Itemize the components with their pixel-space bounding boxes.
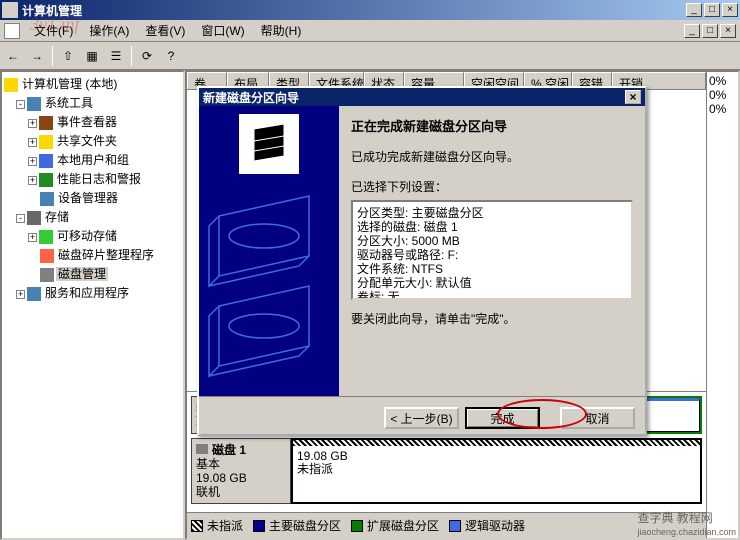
tree-eventviewer[interactable]: +事件查看器 — [4, 112, 181, 131]
setting-row: 卷标: 无 — [357, 290, 627, 300]
app-icon — [2, 2, 18, 18]
mdi-restore-button[interactable]: □ — [702, 24, 718, 38]
tree-perf[interactable]: +性能日志和警报 — [4, 169, 181, 188]
mdi-minimize-button[interactable]: _ — [684, 24, 700, 38]
disk1-unallocated[interactable]: 19.08 GB 未指派 — [292, 439, 701, 503]
collapse-icon[interactable]: - — [16, 214, 25, 223]
expand-icon[interactable]: + — [28, 176, 37, 185]
tree-pane[interactable]: 计算机管理 (本地) -系统工具 +事件查看器 +共享文件夹 +本地用户和组 +… — [0, 70, 185, 540]
show-hide-button[interactable]: ▦ — [81, 45, 103, 67]
minimize-button[interactable]: _ — [686, 3, 702, 17]
legend: 未指派 主要磁盘分区 扩展磁盘分区 逻辑驱动器 — [187, 512, 706, 538]
disk-icon — [196, 444, 208, 454]
setting-row: 驱动器号或路径: F: — [357, 248, 627, 262]
wizard-settings-box[interactable]: 分区类型: 主要磁盘分区 选择的磁盘: 磁盘 1 分区大小: 5000 MB 驱… — [351, 200, 633, 300]
expand-icon[interactable]: + — [28, 233, 37, 242]
tree-storage[interactable]: -存储 — [4, 207, 181, 226]
wizard-titlebar[interactable]: 新建磁盘分区向导 × — [199, 88, 645, 106]
properties-button[interactable]: ☰ — [105, 45, 127, 67]
tree-devmgr[interactable]: 设备管理器 — [4, 188, 181, 207]
wizard-close-button[interactable]: × — [625, 90, 641, 104]
setting-row: 分区大小: 5000 MB — [357, 234, 627, 248]
tree-root[interactable]: 计算机管理 (本地) — [4, 74, 181, 93]
wizard-heading: 正在完成新建磁盘分区向导 — [351, 118, 633, 136]
legend-unallocated: 未指派 — [191, 517, 243, 534]
wizard-sidebar — [199, 106, 339, 396]
tree-services[interactable]: +服务和应用程序 — [4, 283, 181, 302]
back-button[interactable]: < 上一步(B) — [384, 407, 459, 429]
wizard-sublabel: 已选择下列设置： — [351, 178, 633, 196]
menu-help[interactable]: 帮助(H) — [253, 20, 310, 41]
setting-row: 分配单元大小: 默认值 — [357, 276, 627, 290]
tree-defrag[interactable]: 磁盘碎片整理程序 — [4, 245, 181, 264]
disk1-info[interactable]: 磁盘 1 基本 19.08 GB 联机 — [191, 438, 291, 504]
menu-view[interactable]: 查看(V) — [137, 20, 193, 41]
tree-systools[interactable]: -系统工具 — [4, 93, 181, 112]
tree-diskmgmt[interactable]: 磁盘管理 — [4, 264, 181, 283]
close-button[interactable]: × — [722, 3, 738, 17]
cancel-button[interactable]: 取消 — [560, 407, 635, 429]
back-button[interactable]: ← — [2, 45, 24, 67]
window-title: 计算机管理 — [22, 2, 686, 19]
setting-row: 文件系统: NTFS — [357, 262, 627, 276]
overhead-column: 0% 0% 0% — [706, 72, 738, 538]
wizard-close-msg: 要关闭此向导，请单击"完成"。 — [351, 310, 633, 328]
setting-row: 选择的磁盘: 磁盘 1 — [357, 220, 627, 234]
collapse-icon[interactable]: - — [16, 100, 25, 109]
titlebar: 计算机管理 _ □ × — [0, 0, 740, 20]
wizard-dialog: 新建磁盘分区向导 × — [197, 86, 647, 436]
mmc-icon — [4, 23, 20, 39]
wizard-content: 正在完成新建磁盘分区向导 已成功完成新建磁盘分区向导。 已选择下列设置： 分区类… — [339, 106, 645, 396]
up-button[interactable]: ⇧ — [57, 45, 79, 67]
forward-button[interactable]: → — [26, 45, 48, 67]
wizard-buttons: < 上一步(B) 完成 取消 — [199, 396, 645, 439]
setting-row: 分区类型: 主要磁盘分区 — [357, 206, 627, 220]
legend-extended: 扩展磁盘分区 — [351, 517, 439, 534]
toolbar: ← → ⇧ ▦ ☰ ⟳ ? — [0, 42, 740, 70]
menu-file[interactable]: 文件(F) — [26, 20, 81, 41]
tree-localusers[interactable]: +本地用户和组 — [4, 150, 181, 169]
menubar: 文件(F) 操作(A) 查看(V) 窗口(W) 帮助(H) _ □ × — [0, 20, 740, 42]
disk1-row: 磁盘 1 基本 19.08 GB 联机 19.08 GB 未指派 — [191, 438, 702, 504]
mdi-close-button[interactable]: × — [720, 24, 736, 38]
expand-icon[interactable]: + — [16, 290, 25, 299]
legend-primary: 主要磁盘分区 — [253, 517, 341, 534]
finish-button[interactable]: 完成 — [465, 407, 540, 429]
disk-wireframe-icon — [199, 186, 339, 386]
expand-icon[interactable]: + — [28, 119, 37, 128]
menu-window[interactable]: 窗口(W) — [193, 20, 252, 41]
legend-logical: 逻辑驱动器 — [449, 517, 525, 534]
disk-stack-icon — [239, 114, 299, 174]
expand-icon[interactable]: + — [28, 138, 37, 147]
expand-icon[interactable]: + — [28, 157, 37, 166]
restore-button[interactable]: □ — [704, 3, 720, 17]
watermark: 查字典 教程网 jiaocheng.chazidian.com — [637, 509, 736, 538]
wizard-message: 已成功完成新建磁盘分区向导。 — [351, 148, 633, 166]
menu-action[interactable]: 操作(A) — [81, 20, 137, 41]
help-button[interactable]: ? — [160, 45, 182, 67]
tree-removable[interactable]: +可移动存储 — [4, 226, 181, 245]
refresh-button[interactable]: ⟳ — [136, 45, 158, 67]
tree-shared[interactable]: +共享文件夹 — [4, 131, 181, 150]
